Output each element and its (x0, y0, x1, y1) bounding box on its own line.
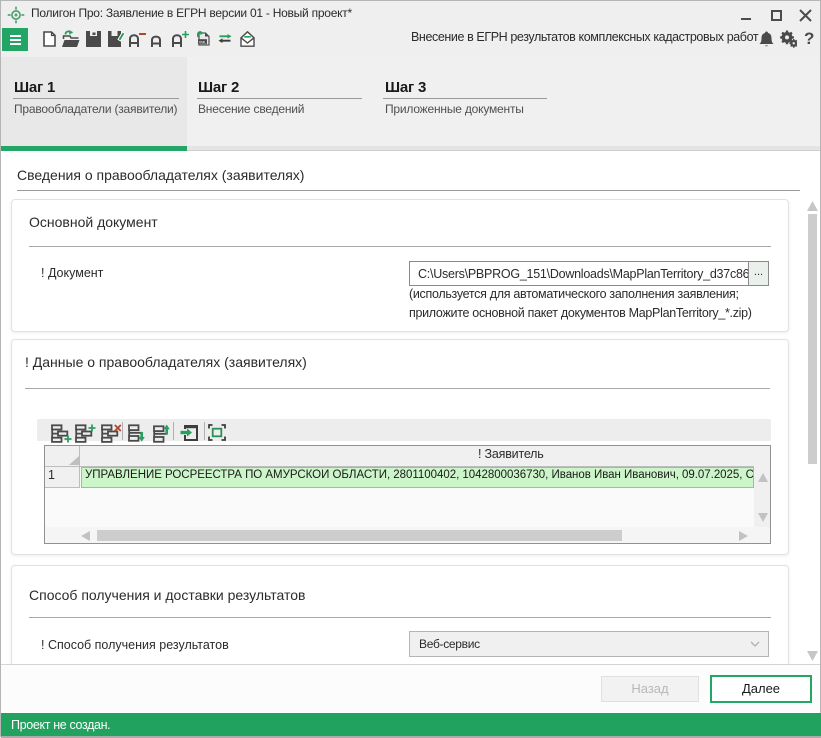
svg-text:XML: XML (199, 40, 207, 44)
